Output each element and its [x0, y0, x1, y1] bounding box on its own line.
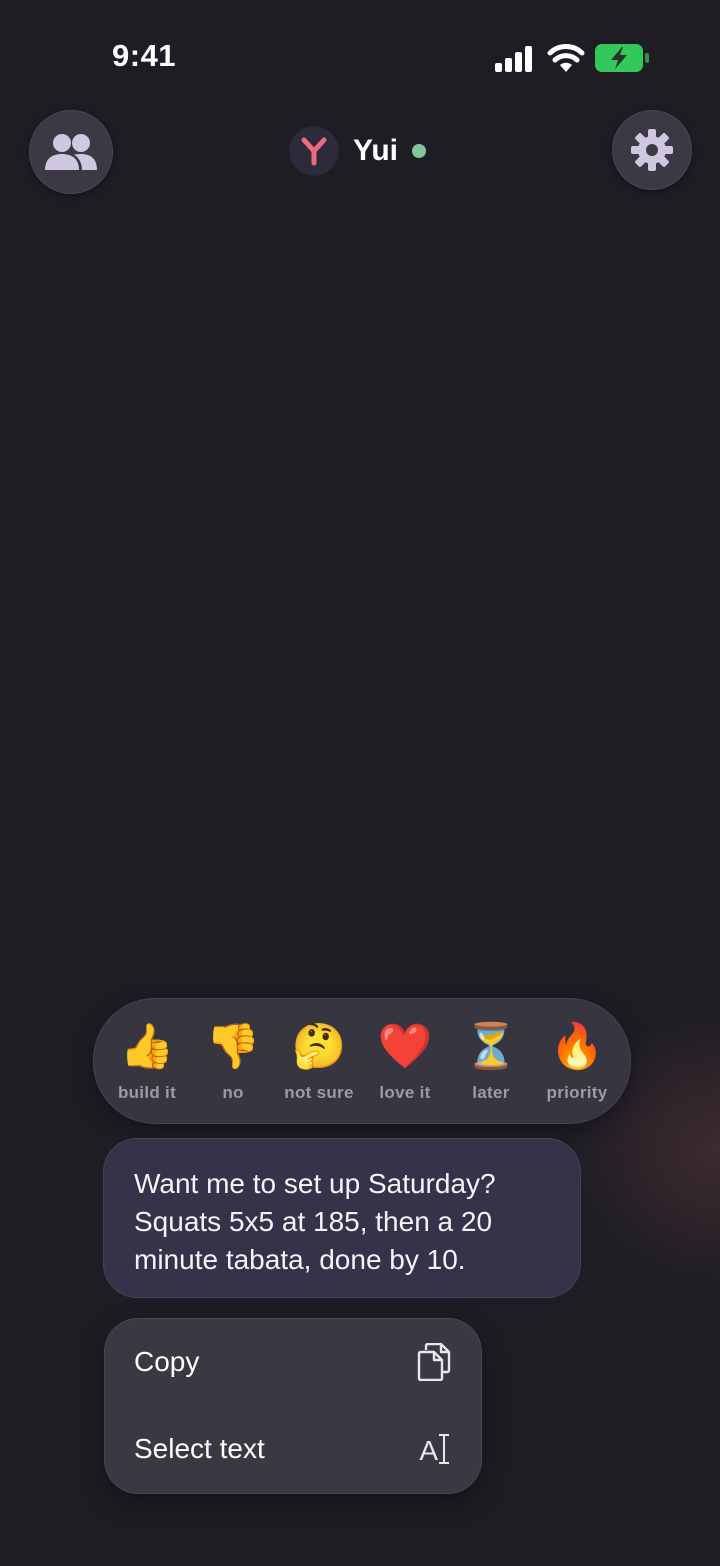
- thumbs-down-icon: 👎: [205, 1022, 261, 1071]
- select-text-glyph: A: [419, 1435, 438, 1466]
- menu-item-label: Copy: [134, 1346, 200, 1377]
- menu-item-label: Select text: [134, 1433, 265, 1464]
- settings-button[interactable]: [612, 110, 692, 190]
- reaction-build-it[interactable]: 👍 build it: [104, 999, 190, 1123]
- fire-icon: 🔥: [549, 1022, 605, 1071]
- thumbs-up-icon: 👍: [119, 1022, 175, 1071]
- online-status-dot: [412, 144, 427, 158]
- menu-item-select-text[interactable]: Select text A: [105, 1406, 481, 1493]
- hourglass-icon: ⏳: [463, 1022, 519, 1071]
- reaction-no[interactable]: 👎 no: [190, 999, 276, 1123]
- agent-logo-icon: [301, 137, 327, 166]
- agent-avatar: [290, 127, 338, 175]
- battery-charging-icon: [595, 44, 649, 72]
- select-text-icon: A: [419, 1434, 450, 1467]
- reaction-priority[interactable]: 🔥 priority: [534, 999, 620, 1123]
- heart-icon: ❤️: [377, 1022, 433, 1071]
- context-menu: Copy Select text A: [104, 1318, 482, 1494]
- reaction-love-it[interactable]: ❤️ love it: [362, 999, 448, 1123]
- wifi-icon: [547, 44, 585, 72]
- agent-name: Yui: [353, 134, 399, 167]
- reaction-label: priority: [546, 1083, 608, 1102]
- menu-item-copy[interactable]: Copy: [105, 1319, 481, 1406]
- chat-screen: 9:41 Yui 👍 build it 👎 no 🤔 not sure ❤️ l…: [0, 0, 720, 1566]
- copy-icon: [417, 1343, 451, 1381]
- reaction-later[interactable]: ⏳ later: [448, 999, 534, 1123]
- message-text: Want me to set up Saturday? Squats 5x5 a…: [134, 1168, 496, 1275]
- people-icon: [45, 134, 97, 170]
- reaction-not-sure[interactable]: 🤔 not sure: [276, 999, 362, 1123]
- text-cursor-icon: [439, 1434, 449, 1464]
- message-bubble[interactable]: Want me to set up Saturday? Squats 5x5 a…: [103, 1138, 581, 1298]
- gear-icon: [631, 129, 673, 171]
- chat-header[interactable]: Yui: [290, 126, 427, 176]
- cellular-signal-icon: [495, 46, 532, 72]
- thinking-face-icon: 🤔: [291, 1022, 347, 1071]
- reaction-bar: 👍 build it 👎 no 🤔 not sure ❤️ love it ⏳ …: [93, 998, 631, 1124]
- people-button[interactable]: [29, 110, 113, 194]
- status-time: 9:41: [112, 38, 177, 73]
